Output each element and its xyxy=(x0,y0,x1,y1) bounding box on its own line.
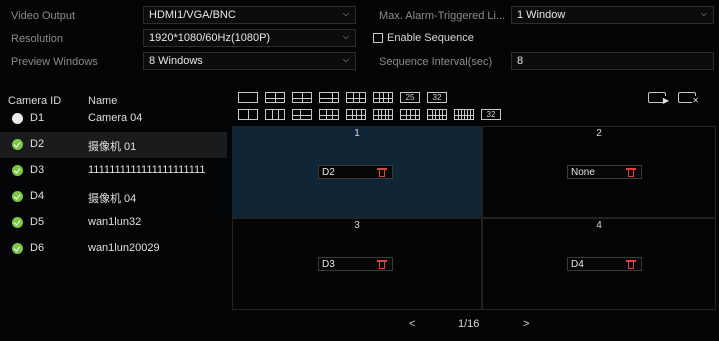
camera-id: D4 xyxy=(30,190,45,202)
resolution-select[interactable]: 1920*1080/60Hz(1080P) ⌵ xyxy=(143,29,356,47)
camera-name: 摄像机 01 xyxy=(88,141,137,153)
layout-6-icon[interactable] xyxy=(292,92,312,103)
camera-name: wan1lun32 xyxy=(88,216,142,228)
window-number: 4 xyxy=(596,220,602,231)
camera-row[interactable]: D5 wan1lun32 xyxy=(0,210,227,236)
preview-window[interactable]: 4 D4 xyxy=(482,218,716,310)
max-alarm-select[interactable]: 1 Window ⌵ xyxy=(511,6,714,24)
preview-windows-value: 8 Windows xyxy=(149,55,203,67)
page-indicator: 1/16 xyxy=(458,318,480,330)
camera-row[interactable]: D2 摄像机 01 xyxy=(0,132,227,158)
camera-name: 1111111111111111111111 xyxy=(88,164,206,176)
window-camera-label: D4 xyxy=(571,259,584,270)
window-camera-label: D3 xyxy=(322,259,335,270)
layout-12-icon[interactable] xyxy=(373,109,393,120)
trash-icon[interactable] xyxy=(377,259,387,269)
online-check-icon xyxy=(12,217,23,228)
window-camera-label: None xyxy=(571,167,595,178)
sequence-interval-label: Sequence Interval(sec) xyxy=(379,56,493,68)
camera-row[interactable]: D1 Camera 04 xyxy=(0,106,227,132)
preview-windows-select[interactable]: 8 Windows ⌵ xyxy=(143,52,356,70)
layout-1-icon[interactable] xyxy=(238,92,258,103)
layout-4-icon[interactable] xyxy=(265,92,285,103)
layout-20-icon[interactable] xyxy=(427,109,447,120)
window-number: 3 xyxy=(354,220,360,231)
online-check-icon xyxy=(12,243,23,254)
trash-icon[interactable] xyxy=(626,259,636,269)
max-alarm-label: Max. Alarm-Triggered Li... xyxy=(379,10,506,22)
trash-icon[interactable] xyxy=(377,167,387,177)
status-dot-icon xyxy=(12,113,23,124)
camera-id: D5 xyxy=(30,216,45,228)
layout-7-icon[interactable] xyxy=(319,109,339,120)
layout-9-icon[interactable] xyxy=(346,92,366,103)
window-camera-select[interactable]: None xyxy=(567,165,642,179)
camera-id: D2 xyxy=(30,138,45,150)
layout-24-icon[interactable] xyxy=(454,109,474,120)
video-output-select[interactable]: HDMI1/VGA/BNC ⌵ xyxy=(143,6,356,24)
online-check-icon xyxy=(12,191,23,202)
window-camera-select[interactable]: D2 xyxy=(318,165,393,179)
resolution-value: 1920*1080/60Hz(1080P) xyxy=(149,32,271,44)
chevron-down-icon: ⌵ xyxy=(342,32,349,41)
online-check-icon xyxy=(12,165,23,176)
clear-window-icon[interactable]: ✕ xyxy=(678,92,699,105)
layout-32-icon[interactable]: 32 xyxy=(481,109,501,120)
preview-windows-label: Preview Windows xyxy=(11,56,98,68)
chevron-down-icon: ⌵ xyxy=(700,9,707,18)
camera-id: D6 xyxy=(30,242,45,254)
camera-row[interactable]: D3 1111111111111111111111 xyxy=(0,158,227,184)
resolution-label: Resolution xyxy=(11,33,63,45)
prev-page-button[interactable]: < xyxy=(409,318,415,330)
layout-25-icon[interactable]: 25 xyxy=(400,92,420,103)
layout-3-icon[interactable] xyxy=(265,109,285,120)
enable-sequence-checkbox[interactable] xyxy=(373,33,383,43)
sequence-interval-value: 8 xyxy=(517,55,524,67)
sequence-interval-input[interactable]: 8 xyxy=(511,52,714,70)
play-window-icon[interactable]: ▶ xyxy=(648,92,669,105)
camera-name: Camera 04 xyxy=(88,112,143,124)
layout-16-icon[interactable] xyxy=(373,92,393,103)
chevron-down-icon: ⌵ xyxy=(342,9,349,18)
video-output-label: Video Output xyxy=(11,10,76,22)
camera-id: D1 xyxy=(30,112,45,124)
window-camera-select[interactable]: D4 xyxy=(567,257,642,271)
layout-32-icon[interactable]: 32 xyxy=(427,92,447,103)
camera-id: D3 xyxy=(30,164,45,176)
camera-row[interactable]: D6 wan1lun20029 xyxy=(0,236,227,262)
max-alarm-value: 1 Window xyxy=(517,9,566,21)
camera-row[interactable]: D4 摄像机 04 xyxy=(0,184,227,210)
camera-name: wan1lun20029 xyxy=(88,242,160,254)
trash-icon[interactable] xyxy=(626,167,636,177)
preview-config-panel: Video Output HDMI1/VGA/BNC ⌵ Resolution … xyxy=(0,0,719,341)
window-camera-label: D2 xyxy=(322,167,335,178)
preview-window[interactable]: 3 D3 xyxy=(232,218,482,310)
online-check-icon xyxy=(12,139,23,150)
layout-8-icon[interactable] xyxy=(319,92,339,103)
layout-2-icon[interactable] xyxy=(238,109,258,120)
enable-sequence-label: Enable Sequence xyxy=(387,32,474,44)
chevron-down-icon: ⌵ xyxy=(342,55,349,64)
layout-5-icon[interactable] xyxy=(292,109,312,120)
preview-window[interactable]: 2 None xyxy=(482,126,716,218)
window-number: 2 xyxy=(596,128,602,139)
preview-window[interactable]: 1 D2 xyxy=(232,126,482,218)
video-output-value: HDMI1/VGA/BNC xyxy=(149,9,236,21)
window-camera-select[interactable]: D3 xyxy=(318,257,393,271)
camera-list: Camera ID Name D1 Camera 04 D2 摄像机 01 D3 1111… xyxy=(0,86,227,341)
layout-10-icon[interactable] xyxy=(346,109,366,120)
camera-name: 摄像机 04 xyxy=(88,193,137,205)
next-page-button[interactable]: > xyxy=(523,318,529,330)
window-number: 1 xyxy=(354,128,360,139)
layout-13-icon[interactable] xyxy=(400,109,420,120)
